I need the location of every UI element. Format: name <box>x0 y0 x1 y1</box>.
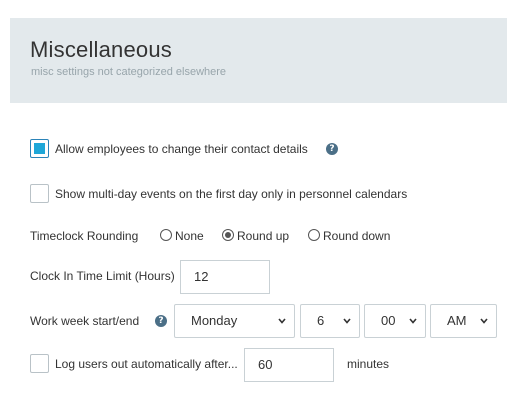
multi-day-events-checkbox[interactable] <box>30 184 49 203</box>
work-week-day-select[interactable]: Monday <box>174 304 295 338</box>
multi-day-events-label: Show multi-day events on the first day o… <box>55 187 408 201</box>
question-circle-icon[interactable]: ? <box>326 143 338 155</box>
rounding-rounddown-radio[interactable] <box>308 229 320 241</box>
rounding-roundup-label: Round up <box>237 229 290 243</box>
clock-in-limit-input[interactable]: 12 <box>180 260 270 294</box>
auto-logout-minutes-input[interactable]: 60 <box>244 348 334 382</box>
rounding-none-label: None <box>175 229 204 243</box>
rounding-none-radio[interactable] <box>160 229 172 241</box>
chevron-down-icon <box>343 318 351 324</box>
rounding-rounddown-label: Round down <box>323 229 391 243</box>
section-subtitle: misc settings not categorized elsewhere <box>31 66 227 78</box>
work-week-ampm-select[interactable]: AM <box>430 304 497 338</box>
rounding-roundup-radio[interactable] <box>222 229 234 241</box>
section-header: Miscellaneous misc settings not categori… <box>10 18 507 103</box>
clock-in-limit-label: Clock In Time Limit (Hours) <box>30 269 175 283</box>
auto-logout-label: Log users out automatically after... <box>55 357 238 371</box>
question-circle-icon[interactable]: ? <box>155 315 167 327</box>
auto-logout-checkbox[interactable] <box>30 354 49 373</box>
work-week-minute-select[interactable]: 00 <box>364 304 426 338</box>
work-week-hour-value: 6 <box>317 313 325 328</box>
chevron-down-icon <box>480 318 488 324</box>
timeclock-rounding-label: Timeclock Rounding <box>30 229 139 243</box>
allow-contact-change-label: Allow employees to change their contact … <box>55 142 308 156</box>
allow-contact-change-checkbox[interactable] <box>30 139 49 158</box>
work-week-day-value: Monday <box>191 313 238 328</box>
section-title: Miscellaneous <box>30 37 173 62</box>
chevron-down-icon <box>409 318 417 324</box>
work-week-ampm-value: AM <box>447 313 467 328</box>
auto-logout-unit-label: minutes <box>347 357 390 371</box>
work-week-label: Work week start/end <box>30 314 140 328</box>
work-week-minute-value: 00 <box>381 313 396 328</box>
chevron-down-icon <box>278 318 286 324</box>
work-week-hour-select[interactable]: 6 <box>300 304 360 338</box>
